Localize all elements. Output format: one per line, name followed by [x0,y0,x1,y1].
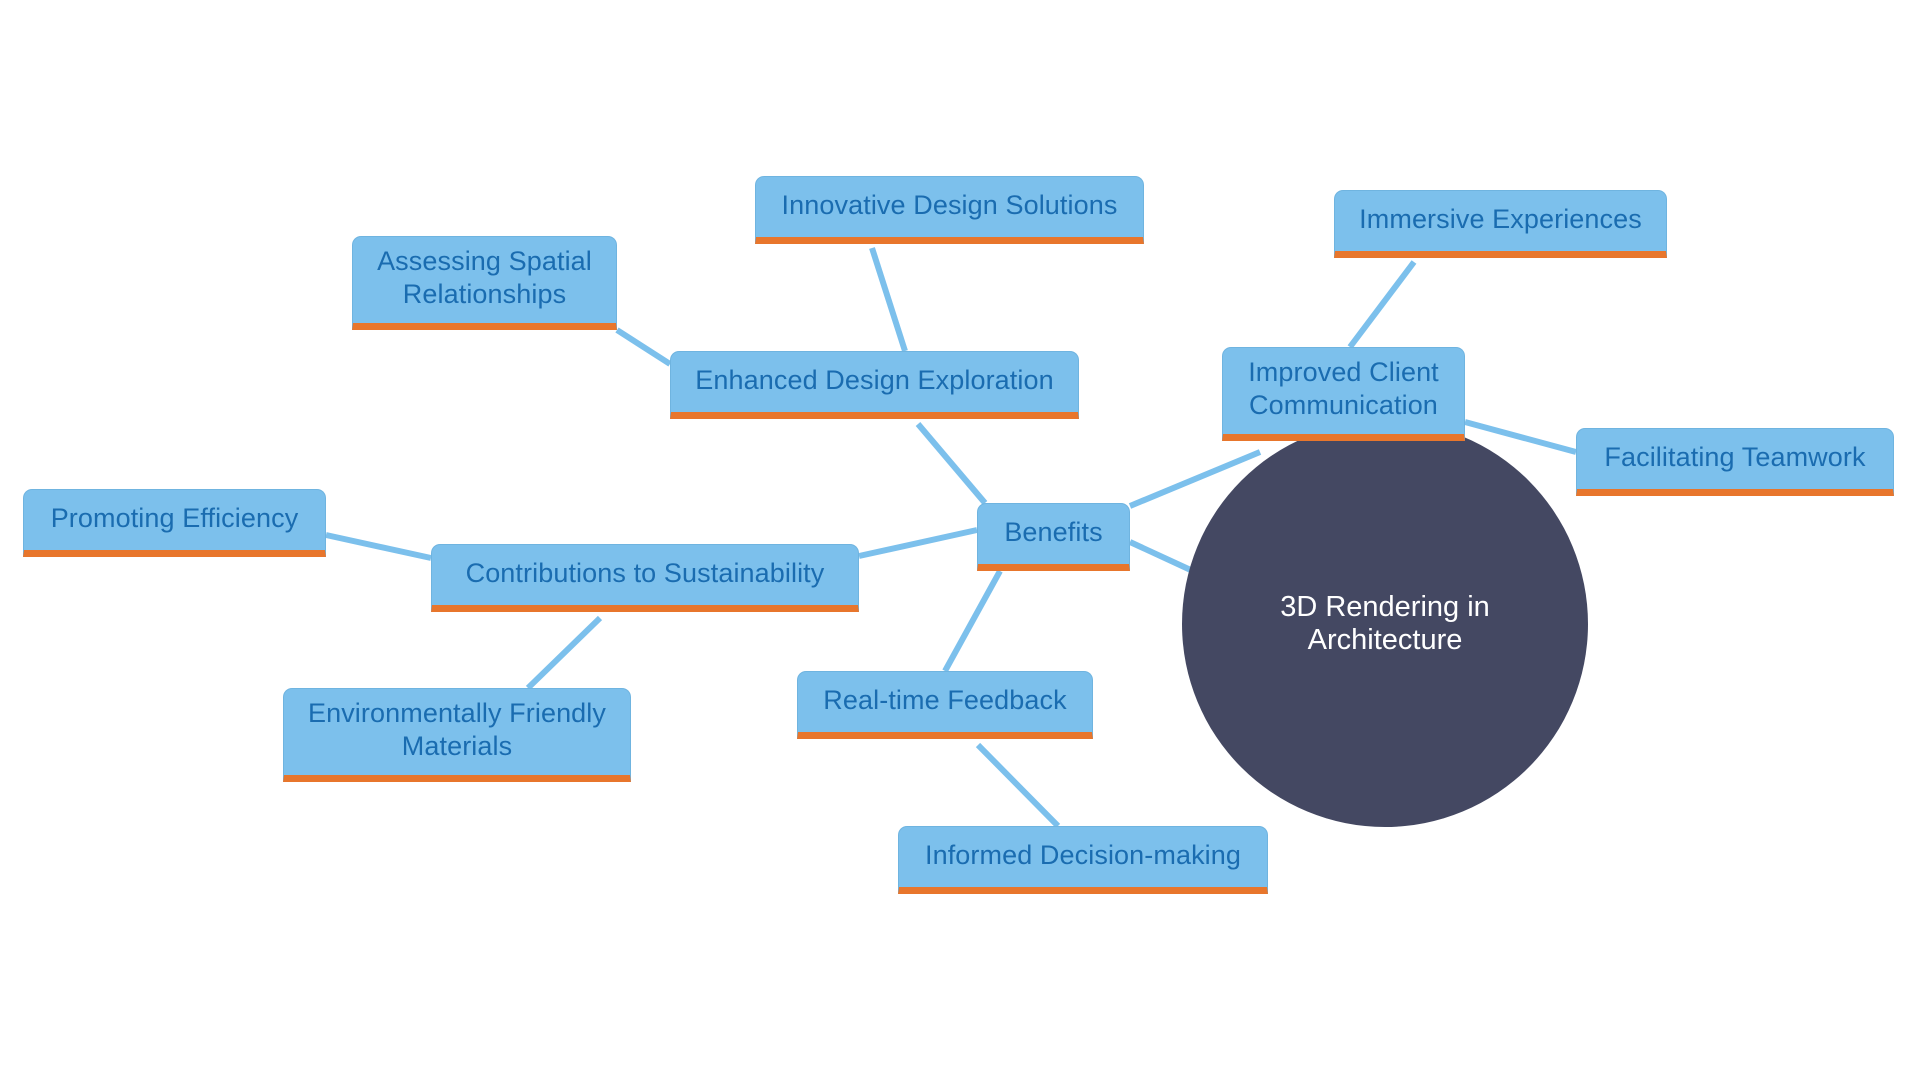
edge-contributions-promoting [325,532,432,561]
node-label-benefits: Benefits [1004,516,1103,547]
node-label-immersive-experiences: Immersive Experiences [1359,203,1642,234]
node-facilitating-teamwork[interactable]: Facilitating Teamwork [1576,428,1894,496]
mindmap-canvas: 3D Rendering in Architecture Benefits Enha… [0,0,1920,1080]
edge-improved-immersive [1347,260,1417,349]
node-label-enhanced-design-exploration: Enhanced Design Exploration [695,364,1054,395]
node-immersive-experiences[interactable]: Immersive Experiences [1334,190,1667,258]
node-label-improved-client-communication: Improved Client Communication [1248,357,1439,420]
node-label-contributions-to-sustainability: Contributions to Sustainability [465,557,825,588]
root-node-label: 3D Rendering in Architecture [1280,591,1490,656]
node-improved-client-communication[interactable]: Improved Client Communication [1222,347,1465,441]
edge-benefits-real-time-feedback [942,569,1003,673]
node-label-promoting-efficiency: Promoting Efficiency [50,502,299,533]
edge-enhanced-innovative-design [869,247,908,352]
node-label-informed-decision-making: Informed Decision-making [924,839,1242,870]
node-label-environmentally-friendly-materials: Environmentally Friendly Materials [307,698,606,761]
node-enhanced-design-exploration[interactable]: Enhanced Design Exploration [670,351,1079,419]
edge-enhanced-assessing-spatial [615,327,672,367]
node-environmentally-friendly-materials[interactable]: Environmentally Friendly Materials [283,688,631,782]
node-promoting-efficiency[interactable]: Promoting Efficiency [23,489,326,557]
node-contributions-to-sustainability[interactable]: Contributions to Sustainability [431,544,859,612]
node-label-real-time-feedback: Real-time Feedback [823,684,1067,715]
edge-real-time-informed [975,742,1061,829]
edge-benefits-enhanced-design-exploration [915,422,988,505]
edge-benefits-contributions-to-sustainability [858,527,978,559]
edge-root-benefits [1128,539,1197,575]
node-informed-decision-making[interactable]: Informed Decision-making [898,826,1268,894]
node-real-time-feedback[interactable]: Real-time Feedback [797,671,1093,739]
node-label-innovative-design-solutions: Innovative Design Solutions [781,189,1118,220]
root-node[interactable]: 3D Rendering in Architecture [1182,421,1588,827]
edge-contributions-environmentally [525,615,603,691]
node-assessing-spatial-relationships[interactable]: Assessing Spatial Relationships [352,236,617,330]
node-label-facilitating-teamwork: Facilitating Teamwork [1604,441,1866,472]
node-innovative-design-solutions[interactable]: Innovative Design Solutions [755,176,1144,244]
node-label-assessing-spatial-relationships: Assessing Spatial Relationships [377,246,592,309]
node-benefits[interactable]: Benefits [977,503,1130,571]
